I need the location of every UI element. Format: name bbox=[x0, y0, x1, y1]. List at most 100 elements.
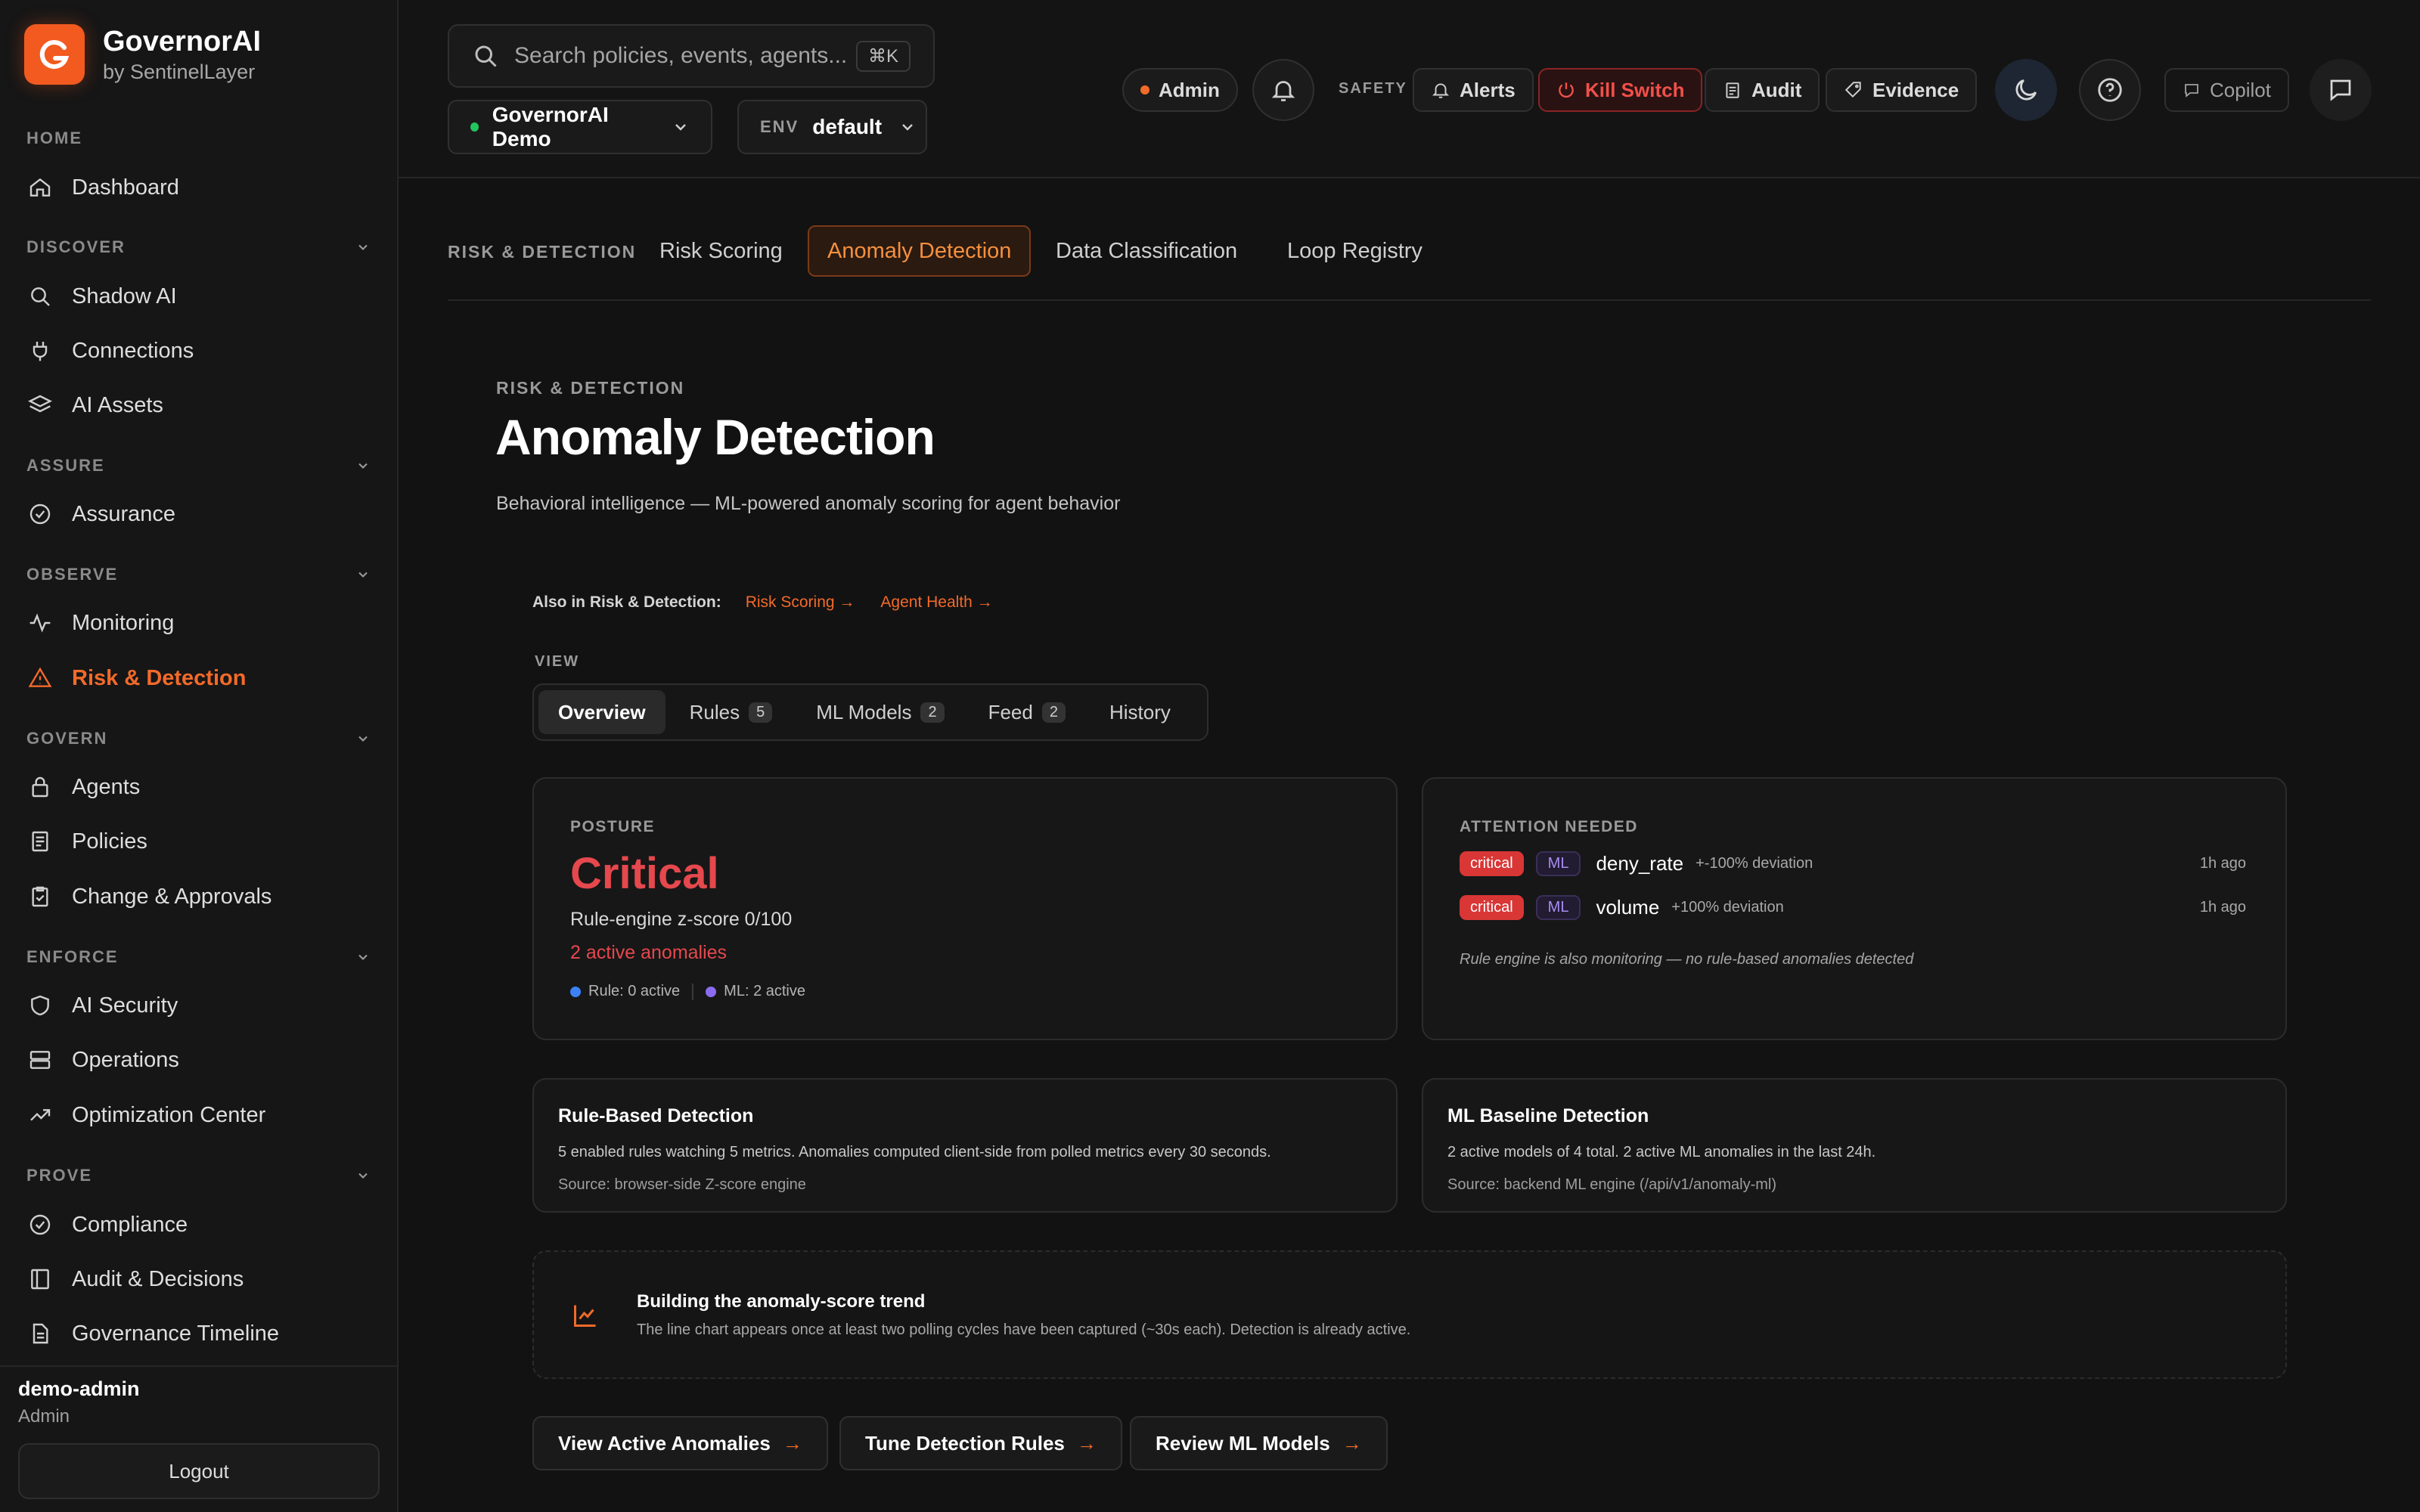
sidebar-item-optimization-center[interactable]: Optimization Center bbox=[26, 1097, 265, 1133]
sidebar-item-policies[interactable]: Policies bbox=[26, 823, 147, 860]
messages-button[interactable] bbox=[2310, 59, 2372, 121]
user-name: demo-admin bbox=[18, 1377, 140, 1400]
sidebar-item-label: Agents bbox=[72, 774, 141, 799]
link-agent-health[interactable]: Agent Health → bbox=[880, 593, 992, 612]
sidebar-item-label: Audit & Decisions bbox=[72, 1266, 244, 1291]
sidebar-item-shadow-ai[interactable]: Shadow AI bbox=[26, 278, 177, 314]
sidebar-item-risk-detection[interactable]: Risk & Detection bbox=[26, 660, 246, 696]
trend-title: Building the anomaly-score trend bbox=[637, 1291, 926, 1312]
view-tab-count: 2 bbox=[1041, 702, 1066, 723]
nav-section-discover[interactable]: DISCOVER bbox=[26, 237, 371, 257]
sidebar-item-label: Assurance bbox=[72, 501, 176, 526]
posture-eyebrow: POSTURE bbox=[570, 818, 656, 835]
audit-button[interactable]: Audit bbox=[1705, 68, 1820, 112]
help-button[interactable] bbox=[2079, 59, 2141, 121]
sidebar-item-assurance[interactable]: Assurance bbox=[26, 496, 175, 532]
view-tab-rules[interactable]: Rules 5 bbox=[670, 690, 793, 734]
bell-icon bbox=[1431, 80, 1450, 100]
nav-section-govern[interactable]: GOVERN bbox=[26, 729, 371, 748]
sidebar-item-compliance[interactable]: Compliance bbox=[26, 1207, 188, 1243]
chevron-down-icon[interactable] bbox=[355, 240, 371, 255]
tab-loop-registry[interactable]: Loop Registry bbox=[1269, 225, 1441, 277]
attention-eyebrow: ATTENTION NEEDED bbox=[1460, 818, 1638, 835]
chevron-down-icon[interactable] bbox=[355, 458, 371, 473]
sidebar-item-label: Monitoring bbox=[72, 610, 175, 635]
section-tabs-label: RISK & DETECTION bbox=[448, 242, 637, 262]
copilot-button[interactable]: Copilot bbox=[2164, 68, 2289, 112]
nav-section-observe[interactable]: OBSERVE bbox=[26, 565, 371, 584]
view-active-anomalies-button[interactable]: View Active Anomalies → bbox=[532, 1416, 828, 1470]
evidence-button[interactable]: Evidence bbox=[1826, 68, 1978, 112]
view-tab-history[interactable]: History bbox=[1090, 690, 1190, 734]
severity-badge: critical bbox=[1460, 851, 1524, 876]
nav-section-prove[interactable]: PROVE bbox=[26, 1166, 371, 1185]
sidebar-item-connections[interactable]: Connections bbox=[26, 333, 194, 369]
attention-card: ATTENTION NEEDED critical ML deny_rate +… bbox=[1422, 777, 2287, 1040]
brand[interactable]: GovernorAI by SentinelLayer bbox=[24, 24, 261, 85]
workspace-selector[interactable]: GovernorAI Demo bbox=[448, 100, 712, 154]
role-badge[interactable]: Admin bbox=[1122, 68, 1238, 112]
nav-section-assure[interactable]: ASSURE bbox=[26, 456, 371, 476]
sidebar-item-agents[interactable]: Agents bbox=[26, 769, 140, 805]
action-label: View Active Anomalies bbox=[558, 1431, 771, 1455]
role-badge-label: Admin bbox=[1159, 78, 1220, 101]
theme-toggle-button[interactable] bbox=[1995, 59, 2057, 121]
arrow-right-icon: → bbox=[1076, 1431, 1097, 1455]
view-tab-overview[interactable]: Overview bbox=[538, 690, 666, 734]
nav-section-label: DISCOVER bbox=[26, 237, 126, 256]
sidebar-item-governance-timeline[interactable]: Governance Timeline bbox=[26, 1315, 279, 1352]
active-anomalies-count: 2 active anomalies bbox=[570, 942, 728, 963]
sidebar-item-ai-assets[interactable]: AI Assets bbox=[26, 387, 163, 423]
brand-name: GovernorAI bbox=[103, 26, 262, 57]
tab-data-classification[interactable]: Data Classification bbox=[1038, 225, 1255, 277]
status-dot bbox=[470, 122, 479, 132]
tab-anomaly-detection[interactable]: Anomaly Detection bbox=[808, 225, 1032, 277]
anomaly-metric: volume bbox=[1596, 896, 1660, 919]
nav-section-label: GOVERN bbox=[26, 729, 108, 748]
anomaly-row[interactable]: critical ML deny_rate +-100% deviation 1… bbox=[1460, 851, 2246, 876]
source-badge: ML bbox=[1535, 895, 1581, 920]
tab-risk-scoring[interactable]: Risk Scoring bbox=[641, 225, 801, 277]
sidebar-item-label: AI Assets bbox=[72, 392, 163, 417]
tune-detection-rules-button[interactable]: Tune Detection Rules → bbox=[839, 1416, 1122, 1470]
chevron-down-icon[interactable] bbox=[355, 1168, 371, 1183]
sidebar-item-operations[interactable]: Operations bbox=[26, 1042, 179, 1078]
view-tabs: Overview Rules 5 ML Models 2 Feed 2 History bbox=[532, 683, 1208, 741]
notifications-button[interactable] bbox=[1252, 59, 1314, 121]
review-ml-models-button[interactable]: Review ML Models → bbox=[1130, 1416, 1388, 1470]
alerts-button[interactable]: Alerts bbox=[1413, 68, 1534, 112]
trend-placeholder: Building the anomaly-score trend The lin… bbox=[532, 1250, 2287, 1379]
kill-switch-button[interactable]: Kill Switch bbox=[1538, 68, 1703, 112]
server-icon bbox=[26, 1046, 54, 1074]
posture-score: Rule-engine z-score 0/100 bbox=[570, 909, 793, 930]
chevron-down-icon[interactable] bbox=[355, 950, 371, 965]
nav-section-enforce[interactable]: ENFORCE bbox=[26, 947, 371, 967]
sidebar-item-monitoring[interactable]: Monitoring bbox=[26, 605, 174, 641]
chevron-down-icon[interactable] bbox=[355, 567, 371, 582]
nav-section-label: PROVE bbox=[26, 1166, 93, 1185]
sidebar-footer-divider bbox=[0, 1365, 399, 1367]
anomaly-row[interactable]: critical ML volume +100% deviation 1h ag… bbox=[1460, 895, 2246, 920]
arrow-right-icon: → bbox=[782, 1431, 802, 1455]
audit-label: Audit bbox=[1751, 78, 1802, 101]
page-eyebrow: RISK & DETECTION bbox=[496, 378, 685, 398]
moon-icon bbox=[2012, 76, 2040, 104]
ml-legend: ML: 2 active bbox=[724, 983, 805, 999]
sidebar-item-dashboard[interactable]: Dashboard bbox=[26, 169, 179, 206]
search-shortcut: ⌘K bbox=[855, 40, 911, 72]
chevron-down-icon[interactable] bbox=[355, 731, 371, 746]
env-selector[interactable]: ENV default bbox=[737, 100, 927, 154]
arrow-right-icon: → bbox=[1342, 1431, 1362, 1455]
sidebar-item-ai-security[interactable]: AI Security bbox=[26, 987, 178, 1024]
sidebar-item-label: Governance Timeline bbox=[72, 1321, 280, 1346]
view-tab-ml-models[interactable]: ML Models 2 bbox=[796, 690, 963, 734]
link-risk-scoring[interactable]: Risk Scoring → bbox=[746, 593, 855, 612]
sidebar-item-audit-decisions[interactable]: Audit & Decisions bbox=[26, 1261, 244, 1297]
lock-icon bbox=[26, 773, 54, 801]
sidebar-item-change-approvals[interactable]: Change & Approvals bbox=[26, 878, 271, 915]
view-tab-feed[interactable]: Feed 2 bbox=[969, 690, 1085, 734]
logout-button[interactable]: Logout bbox=[18, 1443, 380, 1499]
page-title: Anomaly Detection bbox=[495, 409, 935, 465]
view-tab-count: 2 bbox=[920, 702, 945, 723]
search-input[interactable]: Search policies, events, agents... ⌘K bbox=[448, 24, 935, 88]
